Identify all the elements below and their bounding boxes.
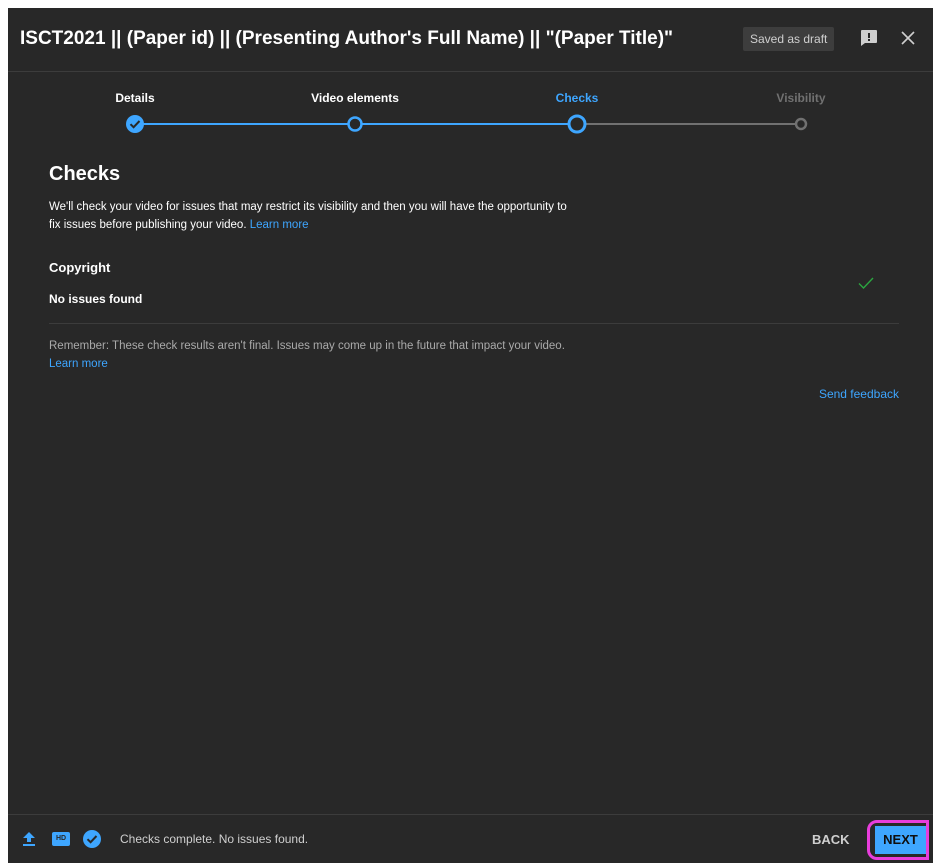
feedback-icon[interactable] (860, 29, 878, 47)
stepper-remaining-line (577, 123, 801, 125)
next-button-highlight[interactable]: NEXT (867, 820, 929, 860)
step-visibility-label[interactable]: Visibility (776, 91, 825, 105)
hd-icon: HD (52, 832, 70, 846)
checks-description: We'll check your video for issues that m… (49, 198, 569, 234)
send-feedback-link[interactable]: Send feedback (819, 387, 899, 401)
step-details-check-icon[interactable] (125, 114, 145, 134)
step-video-elements-dot-icon[interactable] (345, 114, 365, 134)
back-button[interactable]: BACK (812, 826, 850, 854)
dialog-footer: HD Checks complete. No issues found. BAC… (8, 814, 933, 863)
step-details-label[interactable]: Details (115, 91, 154, 105)
checks-heading: Checks (49, 163, 121, 185)
upload-icon (23, 832, 35, 846)
remember-note: Remember: These check results aren't fin… (49, 337, 569, 373)
upload-stepper: Details Video elements Checks Visibility (8, 72, 933, 144)
video-title: ISCT2021 || (Paper id) || (Presenting Au… (20, 28, 674, 49)
footer-status-text: Checks complete. No issues found. (120, 832, 309, 846)
step-checks-dot-icon[interactable] (567, 114, 587, 134)
copyright-check-icon (858, 277, 874, 290)
remember-learn-more-link[interactable]: Learn more (49, 358, 108, 370)
close-icon[interactable] (900, 30, 916, 46)
step-video-elements-label[interactable]: Video elements (311, 91, 399, 105)
saved-status-badge: Saved as draft (743, 27, 835, 51)
copyright-heading: Copyright (49, 260, 111, 275)
remember-note-text: Remember: These check results aren't fin… (49, 340, 565, 352)
dialog-header: ISCT2021 || (Paper id) || (Presenting Au… (8, 8, 933, 72)
next-button[interactable]: NEXT (875, 826, 926, 854)
step-visibility-dot-icon[interactable] (791, 114, 811, 134)
upload-dialog: ISCT2021 || (Paper id) || (Presenting Au… (8, 8, 933, 863)
checks-complete-icon (83, 830, 101, 848)
step-checks-label[interactable]: Checks (556, 91, 599, 105)
section-divider (49, 323, 899, 324)
copyright-status: No issues found (49, 292, 143, 306)
learn-more-link[interactable]: Learn more (250, 219, 309, 231)
